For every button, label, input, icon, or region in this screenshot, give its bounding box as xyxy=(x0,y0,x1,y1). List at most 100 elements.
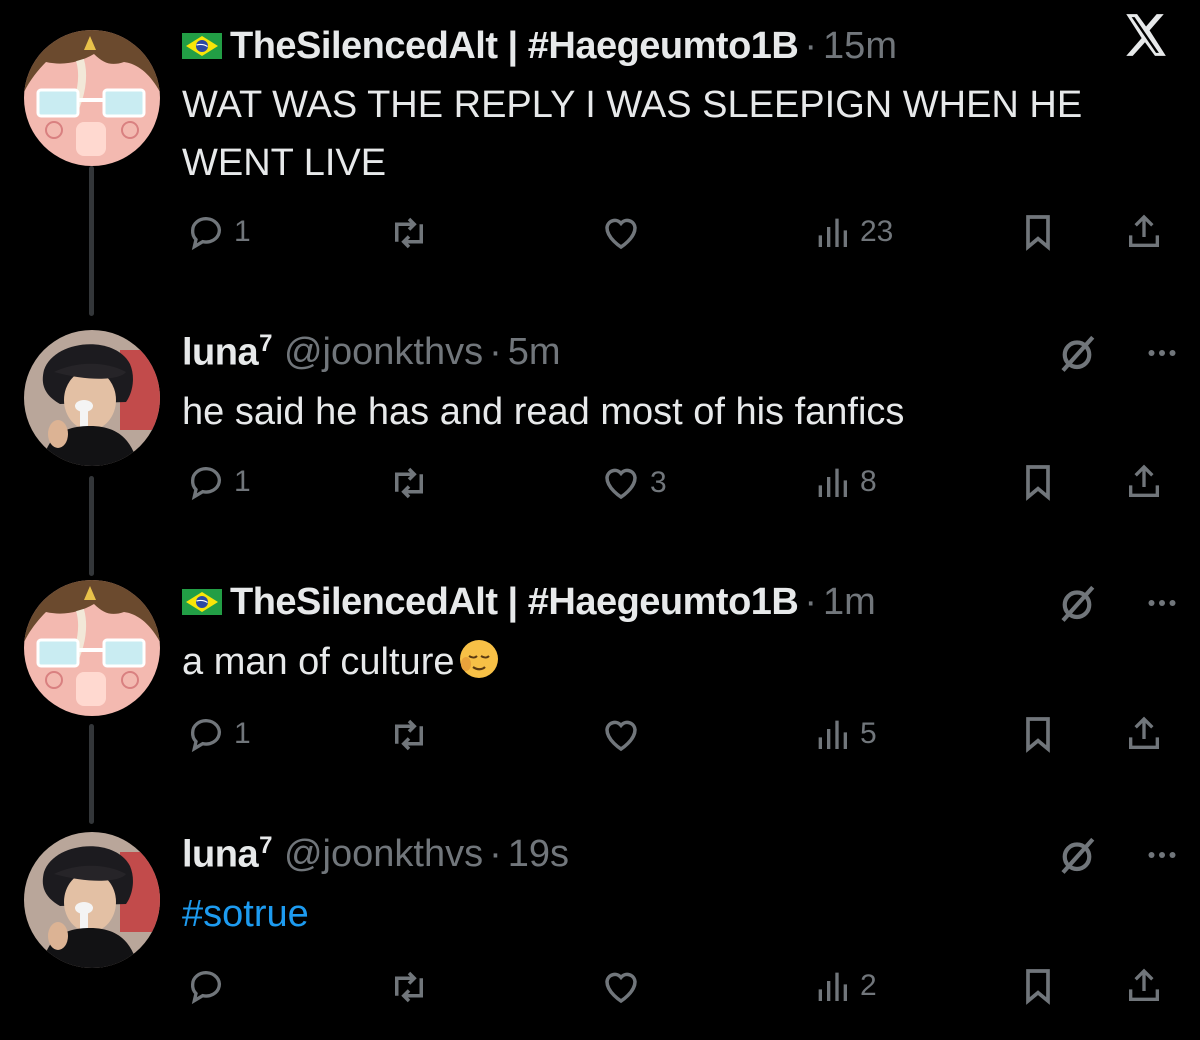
separator-dot: · xyxy=(804,24,818,67)
tweet-header: TheSilencedAlt | #Haegeumto1B · 1m xyxy=(182,572,876,632)
view-count: 8 xyxy=(860,465,877,498)
repost-button[interactable] xyxy=(388,212,438,254)
bookmark-icon xyxy=(1018,212,1058,252)
tweet-menu xyxy=(1056,582,1180,624)
tweet[interactable]: TheSilencedAlt | #Haegeumto1B · 1m a man… xyxy=(0,572,1200,792)
repost-icon xyxy=(388,714,430,756)
bookmark-icon xyxy=(1018,714,1058,754)
tweet-header: luna7 @joonkthvs · 5m xyxy=(182,322,561,382)
tweet[interactable]: luna7 @joonkthvs · 19s #sotrue 2 xyxy=(0,824,1200,1040)
views-button[interactable]: 8 xyxy=(812,462,877,502)
more-options-icon[interactable] xyxy=(1144,585,1180,621)
repost-icon xyxy=(388,462,430,504)
brazil-flag-icon xyxy=(182,33,222,59)
reply-count: 1 xyxy=(234,215,251,248)
reply-button[interactable]: 1 xyxy=(186,212,251,252)
repost-button[interactable] xyxy=(388,714,438,756)
tweet-actions: 1 23 xyxy=(0,212,1200,262)
like-button[interactable] xyxy=(600,966,650,1008)
grok-icon[interactable] xyxy=(1056,834,1098,876)
share-icon xyxy=(1124,966,1164,1006)
tweet-actions: 1 5 xyxy=(0,714,1200,764)
views-icon xyxy=(812,966,852,1006)
tweet-text: a man of culture xyxy=(182,636,1142,688)
share-button[interactable] xyxy=(1124,212,1164,252)
share-button[interactable] xyxy=(1124,714,1164,754)
username[interactable]: @joonkthvs xyxy=(284,833,483,876)
like-button[interactable] xyxy=(600,714,650,756)
share-button[interactable] xyxy=(1124,966,1164,1006)
tweet-menu xyxy=(1056,332,1180,374)
grok-icon[interactable] xyxy=(1056,582,1098,624)
more-options-icon[interactable] xyxy=(1144,837,1180,873)
tweet-actions: 1 3 8 xyxy=(0,462,1200,512)
tweet[interactable]: luna7 @joonkthvs · 5m he said he has and… xyxy=(0,322,1200,542)
views-button[interactable]: 23 xyxy=(812,212,893,252)
timestamp[interactable]: 1m xyxy=(823,581,876,624)
like-button[interactable]: 3 xyxy=(600,462,667,504)
bookmark-icon xyxy=(1018,966,1058,1006)
hashtag-link[interactable]: #sotrue xyxy=(182,888,1142,940)
repost-icon xyxy=(388,966,430,1008)
grok-icon[interactable] xyxy=(1056,332,1098,374)
repost-button[interactable] xyxy=(388,462,438,504)
display-name[interactable]: luna7 xyxy=(182,330,272,375)
separator-dot: · xyxy=(489,330,502,373)
share-button[interactable] xyxy=(1124,462,1164,502)
views-icon xyxy=(812,714,852,754)
like-button[interactable] xyxy=(600,212,650,254)
name-suffix: 7 xyxy=(259,329,272,357)
views-icon xyxy=(812,212,852,252)
brazil-flag-icon xyxy=(182,589,222,615)
reply-icon xyxy=(186,714,226,754)
repost-button[interactable] xyxy=(388,966,438,1008)
view-count: 23 xyxy=(860,215,894,248)
separator-dot: · xyxy=(804,580,818,623)
views-icon xyxy=(812,462,852,502)
display-name[interactable]: luna7 xyxy=(182,832,272,877)
display-name[interactable]: TheSilencedAlt | #Haegeumto1B xyxy=(230,25,799,68)
bookmark-button[interactable] xyxy=(1018,212,1058,252)
heart-icon xyxy=(600,714,642,756)
heart-icon xyxy=(600,212,642,254)
reply-button[interactable]: 1 xyxy=(186,714,251,754)
timestamp[interactable]: 5m xyxy=(508,331,561,374)
username[interactable]: @joonkthvs xyxy=(284,331,483,374)
bookmark-button[interactable] xyxy=(1018,966,1058,1006)
timestamp[interactable]: 19s xyxy=(508,833,569,876)
avatar[interactable] xyxy=(24,832,160,968)
tweet-menu xyxy=(1056,834,1180,876)
views-button[interactable]: 5 xyxy=(812,714,877,754)
timestamp[interactable]: 15m xyxy=(823,25,897,68)
bookmark-icon xyxy=(1018,462,1058,502)
name-suffix: 7 xyxy=(259,831,272,859)
relieved-face-emoji-icon xyxy=(460,640,499,678)
separator-dot: · xyxy=(489,832,502,875)
bookmark-button[interactable] xyxy=(1018,714,1058,754)
share-icon xyxy=(1124,714,1164,754)
repost-icon xyxy=(388,212,430,254)
reply-button[interactable]: 1 xyxy=(186,462,251,502)
reply-count: 1 xyxy=(234,465,251,498)
avatar[interactable] xyxy=(24,330,160,466)
tweet[interactable]: TheSilencedAlt | #Haegeumto1B · 15m WAT … xyxy=(0,16,1200,276)
tweet-text: WAT WAS THE REPLY I WAS SLEEPIGN WHEN HE… xyxy=(182,84,1083,184)
reply-icon xyxy=(186,212,226,252)
more-options-icon[interactable] xyxy=(1144,335,1180,371)
heart-icon xyxy=(600,462,642,504)
reply-icon xyxy=(186,462,226,502)
bookmark-button[interactable] xyxy=(1018,462,1058,502)
views-button[interactable]: 2 xyxy=(812,966,877,1006)
reply-count: 1 xyxy=(234,717,251,750)
avatar[interactable] xyxy=(24,580,160,716)
display-name[interactable]: TheSilencedAlt | #Haegeumto1B xyxy=(230,581,799,624)
reply-button[interactable] xyxy=(186,966,234,1006)
view-count: 2 xyxy=(860,969,877,1002)
share-icon xyxy=(1124,212,1164,252)
avatar[interactable] xyxy=(24,30,160,166)
like-count: 3 xyxy=(650,466,667,499)
tweet-header: TheSilencedAlt | #Haegeumto1B · 15m xyxy=(182,16,897,76)
reply-icon xyxy=(186,966,226,1006)
view-count: 5 xyxy=(860,717,877,750)
tweet-actions: 2 xyxy=(0,966,1200,1016)
